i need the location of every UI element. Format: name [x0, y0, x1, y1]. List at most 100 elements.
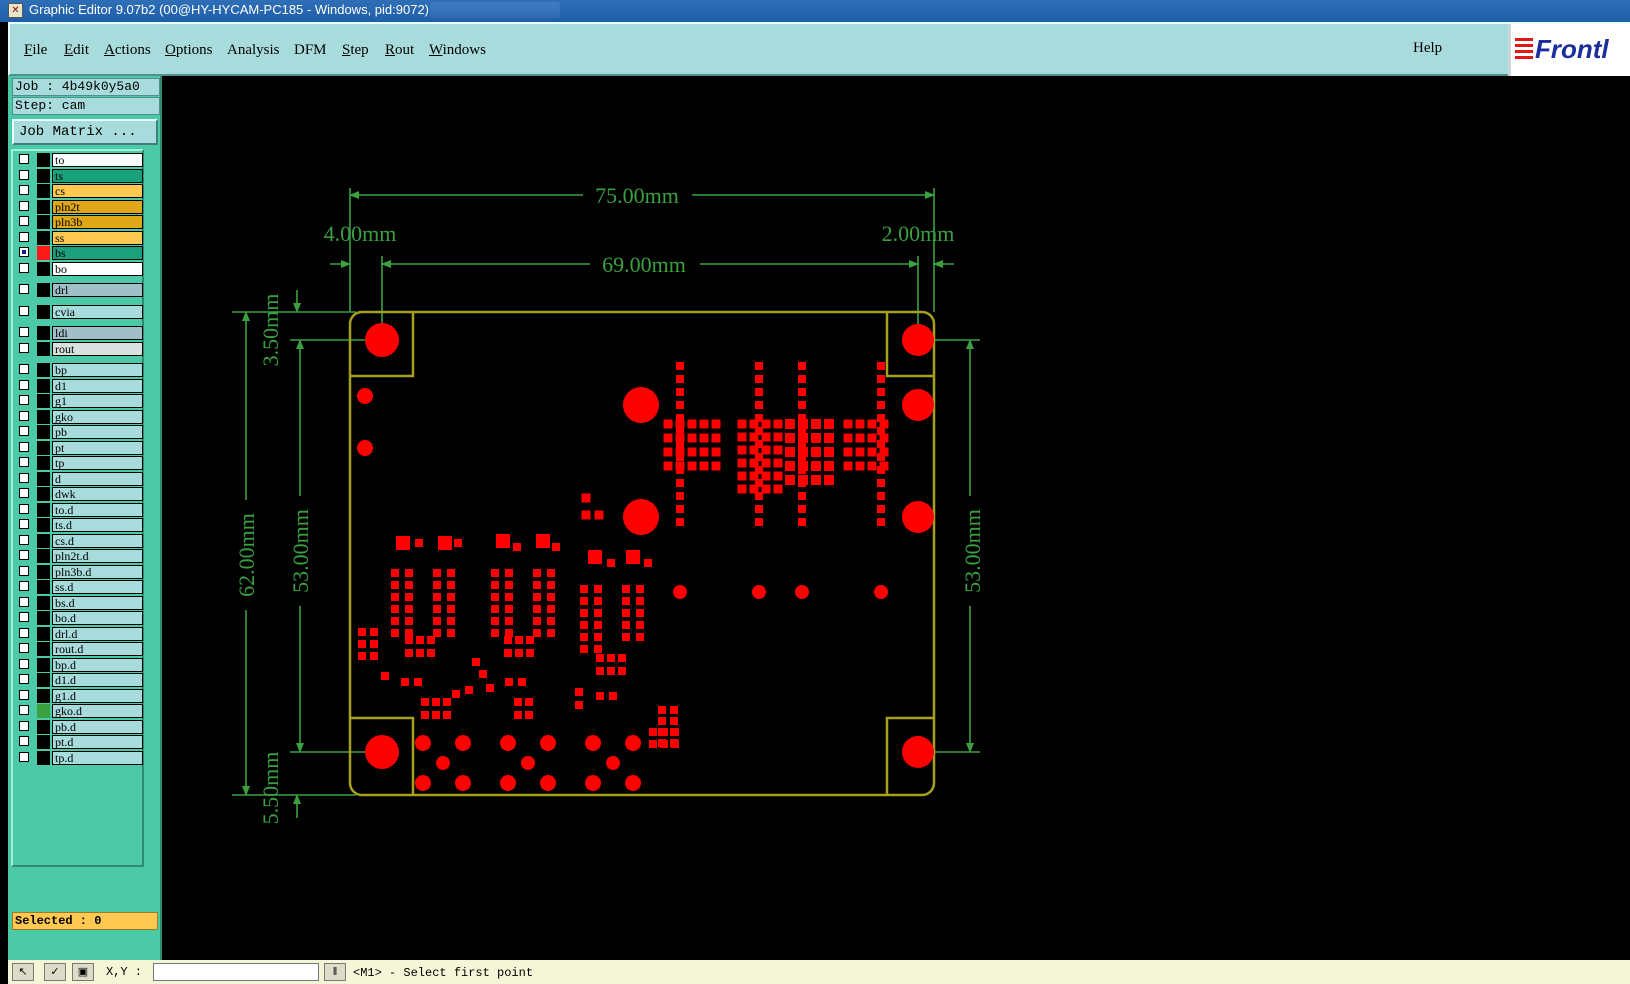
layer-name[interactable]: bs: [52, 246, 143, 260]
layer-row-drl-d[interactable]: drl.d: [17, 626, 143, 641]
layer-checkbox[interactable]: [19, 154, 29, 164]
layer-color-swatch[interactable]: [37, 184, 50, 198]
layer-name[interactable]: g1: [52, 394, 143, 408]
xy-input[interactable]: [153, 963, 319, 981]
layer-name[interactable]: d1.d: [52, 673, 143, 687]
layer-checkbox[interactable]: [19, 284, 29, 294]
layer-row-tp-d[interactable]: tp.d: [17, 750, 143, 765]
layer-color-swatch[interactable]: [37, 378, 50, 393]
layer-color-swatch[interactable]: [37, 363, 50, 377]
layer-row-ldi[interactable]: ldi: [17, 326, 143, 340]
layer-color-swatch[interactable]: [37, 580, 50, 594]
layer-color-swatch[interactable]: [37, 595, 50, 610]
layer-checkbox[interactable]: [19, 534, 29, 545]
menu-options[interactable]: Options: [165, 42, 213, 59]
layer-checkbox[interactable]: [19, 342, 29, 353]
layer-row-dwk[interactable]: dwk: [17, 487, 143, 501]
layer-row-pt[interactable]: pt: [17, 440, 143, 455]
layer-name[interactable]: bs.d: [52, 595, 143, 610]
layer-name[interactable]: ts.d: [52, 518, 143, 532]
layer-checkbox[interactable]: [19, 364, 29, 374]
layer-row-drl[interactable]: drl: [17, 283, 143, 297]
layer-color-swatch[interactable]: [37, 409, 50, 424]
layer-checkbox[interactable]: [19, 426, 29, 436]
layer-row-ss-d[interactable]: ss.d: [17, 580, 143, 594]
menu-file[interactable]: File: [24, 42, 47, 59]
layer-name[interactable]: gko.d: [52, 704, 143, 718]
layer-checkbox[interactable]: [19, 488, 29, 498]
layer-color-swatch[interactable]: [37, 657, 50, 672]
layer-name[interactable]: pb.d: [52, 719, 143, 734]
layer-color-swatch[interactable]: [37, 199, 50, 214]
layer-name[interactable]: pln2t.d: [52, 549, 143, 563]
layer-name[interactable]: to: [52, 153, 143, 167]
job-matrix-button[interactable]: Job Matrix ...: [12, 119, 158, 145]
layer-name[interactable]: drl.d: [52, 626, 143, 641]
layer-row-ts-d[interactable]: ts.d: [17, 518, 143, 532]
layer-color-swatch[interactable]: [37, 611, 50, 625]
layer-row-gko-d[interactable]: gko.d: [17, 704, 143, 718]
menu-edit[interactable]: Edit: [64, 42, 89, 59]
layer-color-swatch[interactable]: [37, 440, 50, 455]
layer-color-swatch[interactable]: [37, 487, 50, 501]
layer-name[interactable]: g1.d: [52, 688, 143, 703]
layer-checkbox[interactable]: [19, 736, 29, 746]
layer-name[interactable]: rout: [52, 341, 143, 356]
layer-checkbox[interactable]: [19, 720, 29, 731]
layer-color-swatch[interactable]: [37, 341, 50, 356]
layer-row-pb[interactable]: pb: [17, 425, 143, 439]
layer-row-pt-d[interactable]: pt.d: [17, 735, 143, 749]
layer-color-swatch[interactable]: [37, 304, 50, 319]
layer-checkbox[interactable]: [19, 200, 29, 211]
layer-checkbox[interactable]: [19, 705, 29, 715]
layer-row-pb-d[interactable]: pb.d: [17, 719, 143, 734]
layer-name[interactable]: rout.d: [52, 642, 143, 656]
layer-checkbox[interactable]: [19, 503, 29, 514]
layer-color-swatch[interactable]: [37, 688, 50, 703]
layer-checkbox[interactable]: [19, 565, 29, 576]
layer-name[interactable]: cvia: [52, 304, 143, 319]
layer-row-d[interactable]: d: [17, 471, 143, 486]
layer-checkbox[interactable]: [19, 550, 29, 560]
layer-checkbox[interactable]: [19, 410, 29, 421]
layer-color-swatch[interactable]: [37, 326, 50, 340]
layer-color-swatch[interactable]: [37, 549, 50, 563]
pause-button[interactable]: ‖: [324, 963, 346, 981]
layer-color-swatch[interactable]: [37, 425, 50, 439]
layer-name[interactable]: to.d: [52, 502, 143, 517]
layer-checkbox[interactable]: [19, 327, 29, 337]
layer-row-pln2t[interactable]: pln2t: [17, 199, 143, 214]
menu-windows[interactable]: Windows: [429, 42, 486, 59]
layer-name[interactable]: ss: [52, 230, 143, 245]
graphic-canvas[interactable]: 75.00mm 4.00mm 2.00mm 69.00mm 62.00mm 53.00mm…: [162, 76, 1630, 960]
layer-color-swatch[interactable]: [37, 502, 50, 517]
layer-color-swatch[interactable]: [37, 215, 50, 229]
layer-name[interactable]: pt.d: [52, 735, 143, 749]
layer-row-bo[interactable]: bo: [17, 261, 143, 276]
menu-help[interactable]: Help: [1413, 40, 1442, 57]
layer-color-swatch[interactable]: [37, 735, 50, 749]
layer-row-bs-d[interactable]: bs.d: [17, 595, 143, 610]
layer-row-to[interactable]: to: [17, 153, 143, 167]
snap-button[interactable]: ▣: [72, 963, 94, 981]
layer-name[interactable]: cs.d: [52, 533, 143, 548]
layer-row-cs[interactable]: cs: [17, 184, 143, 198]
layer-name[interactable]: dwk: [52, 487, 143, 501]
select-mode-button[interactable]: ↖: [12, 963, 34, 981]
menu-dfm[interactable]: DFM: [294, 42, 327, 59]
layer-name[interactable]: d: [52, 471, 143, 486]
layer-checkbox[interactable]: [19, 231, 29, 242]
layer-checkbox[interactable]: [19, 247, 29, 257]
layer-name[interactable]: drl: [52, 283, 143, 297]
menu-step[interactable]: Step: [342, 42, 369, 59]
layer-name[interactable]: ts: [52, 168, 143, 183]
layer-checkbox[interactable]: [19, 658, 29, 669]
layer-color-swatch[interactable]: [37, 471, 50, 486]
layer-name[interactable]: bo.d: [52, 611, 143, 625]
layer-color-swatch[interactable]: [37, 642, 50, 656]
layer-row-pln3b[interactable]: pln3b: [17, 215, 143, 229]
layer-checkbox[interactable]: [19, 441, 29, 452]
layer-row-cvia[interactable]: cvia: [17, 304, 143, 319]
layer-row-pln3b-d[interactable]: pln3b.d: [17, 564, 143, 579]
layer-row-g1[interactable]: g1: [17, 394, 143, 408]
